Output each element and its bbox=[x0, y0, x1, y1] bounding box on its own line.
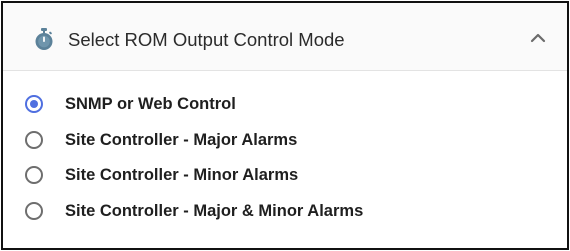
option-label: SNMP or Web Control bbox=[65, 95, 236, 113]
option-label: Site Controller - Major Alarms bbox=[65, 131, 298, 149]
radio-button[interactable] bbox=[25, 202, 43, 220]
rom-output-control-panel: Select ROM Output Control Mode SNMP or W… bbox=[1, 1, 569, 250]
option-site-controller-minor-alarms[interactable]: Site Controller - Minor Alarms bbox=[3, 162, 567, 192]
panel-header[interactable]: Select ROM Output Control Mode bbox=[3, 3, 567, 71]
option-site-controller-major-alarms[interactable]: Site Controller - Major Alarms bbox=[3, 127, 567, 157]
option-label: Site Controller - Major & Minor Alarms bbox=[65, 202, 364, 220]
chevron-up-icon[interactable] bbox=[527, 27, 549, 49]
radio-button[interactable] bbox=[25, 95, 43, 113]
stopwatch-icon bbox=[35, 28, 53, 50]
radio-button[interactable] bbox=[25, 131, 43, 149]
panel-title: Select ROM Output Control Mode bbox=[68, 29, 345, 50]
option-snmp-or-web-control[interactable]: SNMP or Web Control bbox=[3, 91, 567, 121]
radio-button[interactable] bbox=[25, 166, 43, 184]
option-label: Site Controller - Minor Alarms bbox=[65, 166, 299, 184]
option-site-controller-major-minor-alarms[interactable]: Site Controller - Major & Minor Alarms bbox=[3, 198, 567, 228]
